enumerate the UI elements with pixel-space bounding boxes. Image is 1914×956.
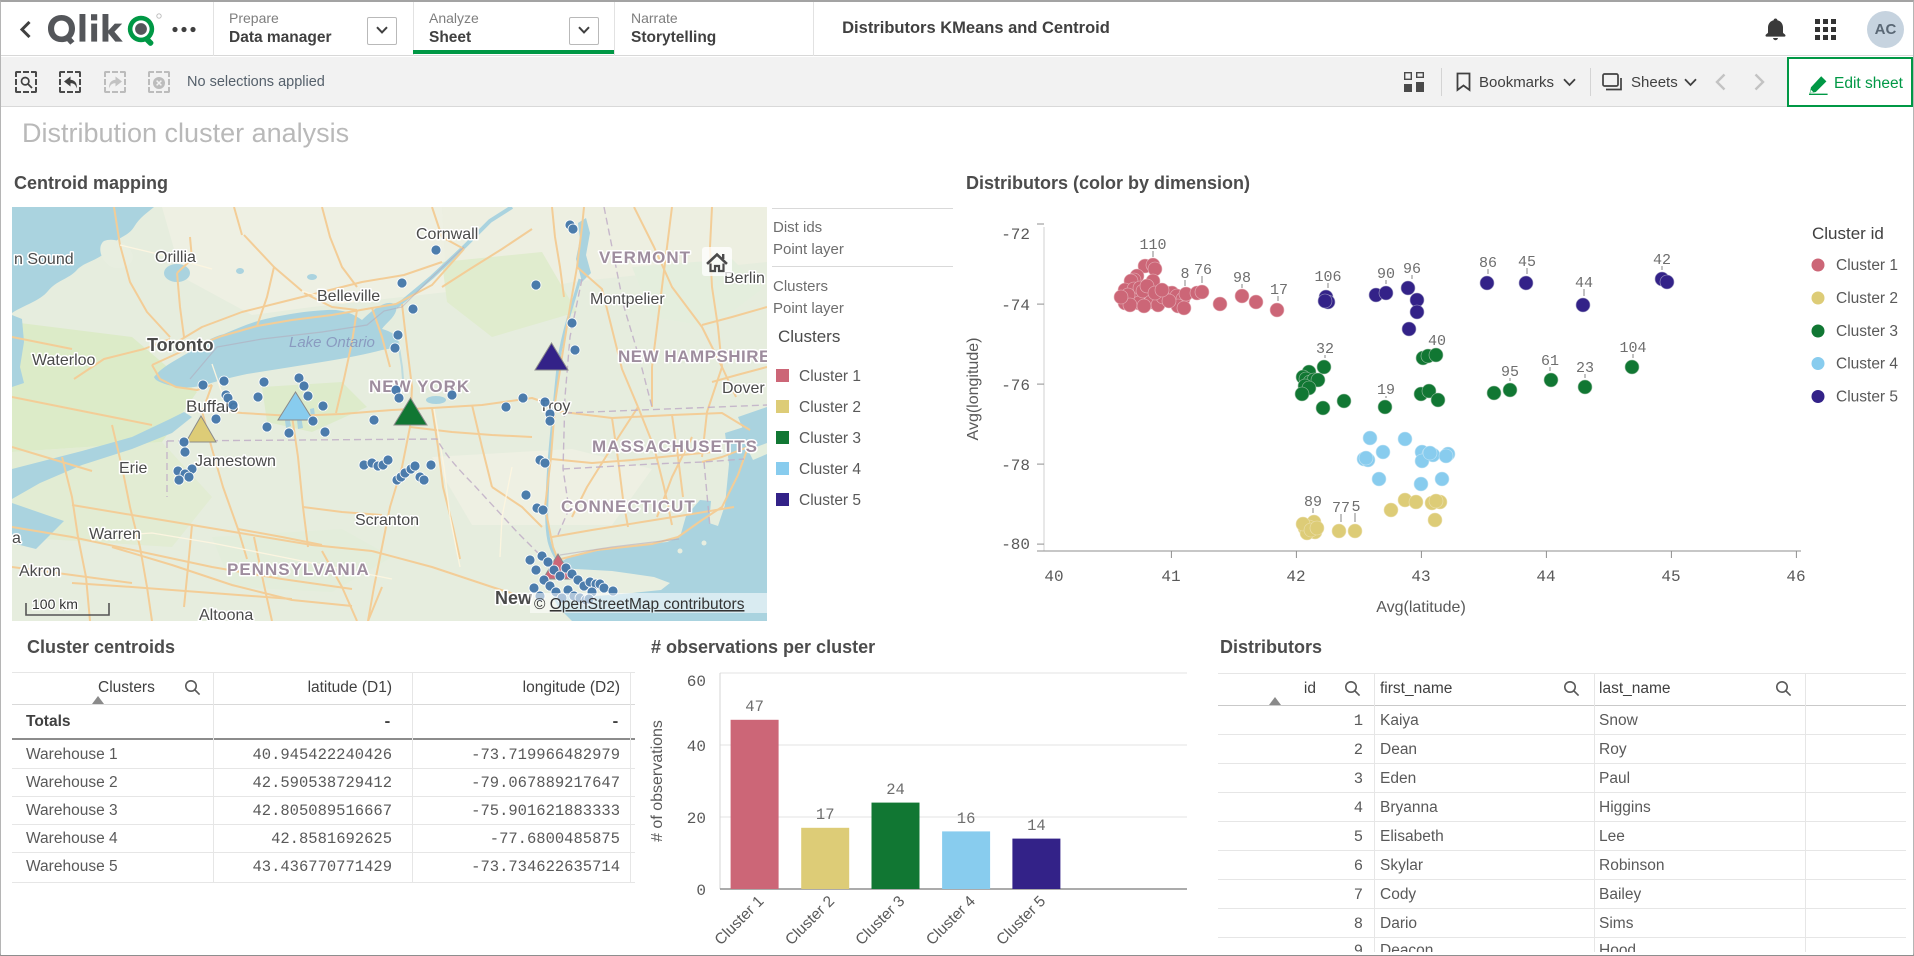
svg-text:32: 32 — [1316, 341, 1334, 358]
svg-text:Cluster 4: Cluster 4 — [1836, 356, 1898, 373]
svg-text:61: 61 — [1541, 353, 1559, 370]
svg-text:41: 41 — [1161, 568, 1180, 586]
svg-text:17: 17 — [816, 806, 835, 824]
svg-text:96: 96 — [1403, 261, 1421, 278]
svg-text:Jamestown: Jamestown — [195, 453, 276, 470]
svg-text:86: 86 — [1479, 255, 1497, 272]
svg-text:-74: -74 — [1001, 297, 1030, 315]
svg-text:45: 45 — [1661, 568, 1680, 586]
svg-text:106: 106 — [1314, 269, 1341, 286]
svg-text:40: 40 — [687, 738, 706, 756]
svg-text:Cluster 5: Cluster 5 — [1836, 389, 1898, 406]
svg-text:42: 42 — [1653, 252, 1671, 269]
svg-text:42: 42 — [1286, 568, 1305, 586]
svg-text:-80: -80 — [1001, 536, 1030, 554]
svg-text:20: 20 — [687, 810, 706, 828]
svg-text:-76: -76 — [1001, 377, 1030, 395]
svg-text:Cluster 1: Cluster 1 — [1836, 257, 1898, 274]
svg-text:Waterloo: Waterloo — [32, 352, 96, 369]
svg-text:Erie: Erie — [119, 460, 148, 477]
svg-text:14: 14 — [1027, 817, 1046, 835]
svg-text:24: 24 — [886, 781, 905, 799]
svg-text:Akron: Akron — [19, 563, 61, 580]
svg-text:Avg(longitude): Avg(longitude) — [965, 338, 982, 441]
svg-text:76: 76 — [1194, 262, 1212, 279]
svg-text:8: 8 — [1180, 266, 1189, 283]
svg-text:VERMONT: VERMONT — [599, 248, 691, 267]
svg-text:23: 23 — [1576, 360, 1594, 377]
svg-text:-72: -72 — [1001, 226, 1030, 244]
svg-text:Toronto: Toronto — [147, 335, 214, 355]
svg-text:Cluster 2: Cluster 2 — [782, 893, 838, 949]
svg-text:a: a — [12, 530, 21, 547]
svg-text:Cluster 3: Cluster 3 — [852, 893, 908, 949]
svg-text:# of observations: # of observations — [649, 720, 666, 842]
svg-text:60: 60 — [687, 673, 706, 691]
svg-text:Lake Ontario: Lake Ontario — [289, 334, 375, 351]
svg-text:45: 45 — [1518, 254, 1536, 271]
svg-text:89: 89 — [1304, 494, 1322, 511]
svg-text:Montpelier: Montpelier — [590, 291, 665, 308]
svg-text:Dover: Dover — [722, 380, 765, 397]
svg-text:Avg(latitude): Avg(latitude) — [1376, 599, 1466, 616]
svg-text:Orillia: Orillia — [155, 249, 196, 266]
svg-text:Cornwall: Cornwall — [416, 226, 478, 243]
svg-text:40: 40 — [1428, 333, 1446, 350]
svg-text:47: 47 — [745, 698, 764, 716]
svg-text:MASSACHUSETTS: MASSACHUSETTS — [592, 437, 758, 456]
svg-text:Cluster id: Cluster id — [1812, 224, 1884, 243]
svg-text:Cluster 2: Cluster 2 — [1836, 290, 1898, 307]
svg-text:PENNSYLVANIA: PENNSYLVANIA — [227, 560, 370, 579]
svg-text:110: 110 — [1139, 237, 1166, 254]
svg-text:Altoona: Altoona — [199, 607, 253, 621]
svg-text:Warren: Warren — [89, 526, 141, 543]
svg-text:n Sound: n Sound — [14, 251, 74, 268]
svg-text:-78: -78 — [1001, 457, 1030, 475]
svg-text:44: 44 — [1575, 275, 1593, 292]
svg-text:98: 98 — [1233, 270, 1251, 287]
svg-text:104: 104 — [1619, 340, 1646, 357]
svg-text:16: 16 — [957, 810, 976, 828]
svg-text:Scranton: Scranton — [355, 512, 419, 529]
svg-text:Cluster 4: Cluster 4 — [923, 893, 979, 949]
svg-text:17: 17 — [1270, 282, 1288, 299]
svg-text:77: 77 — [1332, 500, 1350, 517]
svg-text:90: 90 — [1377, 266, 1395, 283]
svg-text:Cluster 5: Cluster 5 — [993, 893, 1049, 949]
svg-text:44: 44 — [1536, 568, 1555, 586]
svg-text:© OpenStreetMap contributors: © OpenStreetMap contributors — [534, 596, 745, 613]
svg-text:43: 43 — [1411, 568, 1430, 586]
svg-text:0: 0 — [696, 882, 706, 900]
svg-text:CONNECTICUT: CONNECTICUT — [561, 497, 696, 516]
svg-text:Cluster 3: Cluster 3 — [1836, 323, 1898, 340]
svg-text:19: 19 — [1377, 382, 1395, 399]
svg-text:Cluster 1: Cluster 1 — [712, 893, 768, 949]
svg-text:95: 95 — [1501, 364, 1519, 381]
svg-text:100 km: 100 km — [32, 596, 78, 612]
svg-text:Belleville: Belleville — [317, 288, 380, 305]
svg-text:5: 5 — [1351, 499, 1360, 516]
svg-text:NEW HAMPSHIRE: NEW HAMPSHIRE — [618, 347, 767, 366]
svg-text:40: 40 — [1044, 568, 1063, 586]
svg-text:New: New — [495, 588, 533, 608]
svg-text:46: 46 — [1786, 568, 1805, 586]
